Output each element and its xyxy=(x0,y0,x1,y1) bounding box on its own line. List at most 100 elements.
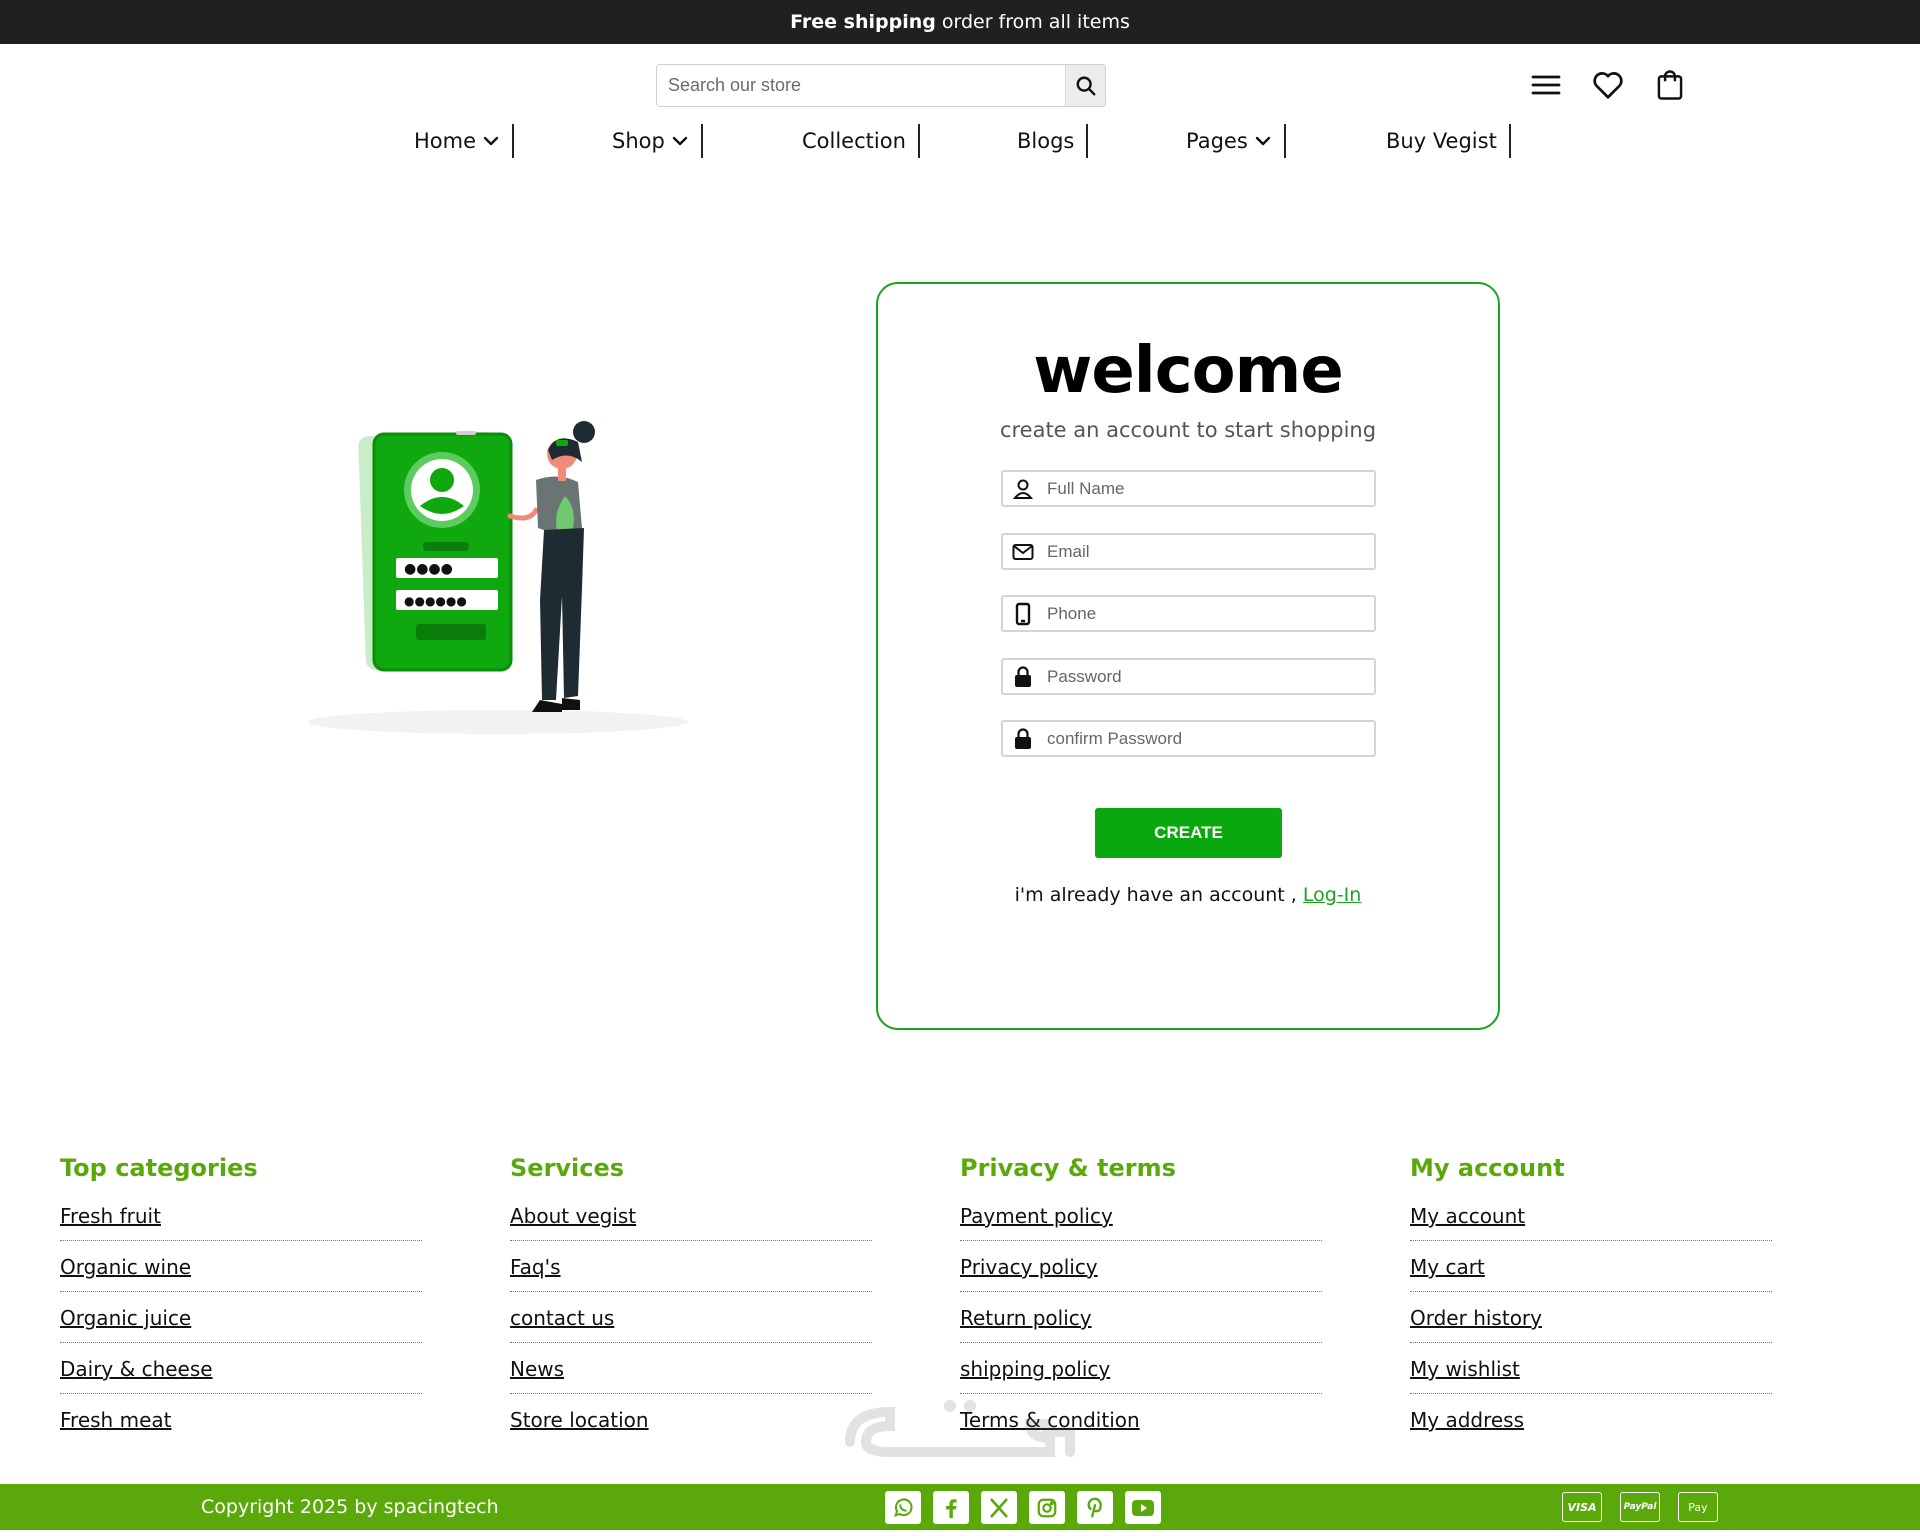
footer-link[interactable]: contact us xyxy=(510,1292,872,1343)
footer-link[interactable]: Privacy policy xyxy=(960,1241,1322,1292)
signup-card: welcome create an account to start shopp… xyxy=(876,282,1500,1030)
pinterest-link[interactable] xyxy=(1077,1491,1113,1524)
menu-icon xyxy=(1531,75,1561,95)
nav-item-label: Home xyxy=(414,129,477,153)
heart-icon xyxy=(1593,72,1623,99)
footer-link[interactable]: shipping policy xyxy=(960,1343,1322,1394)
nav-item-label: Collection xyxy=(802,129,906,153)
announcement-text: order from all items xyxy=(941,11,1130,33)
nav-item-collection[interactable]: Collection xyxy=(802,124,920,158)
footer-column-services: Services About vegist Faq's contact us N… xyxy=(510,1154,872,1445)
facebook-link[interactable] xyxy=(933,1491,969,1524)
search-button[interactable] xyxy=(1065,65,1105,106)
footer-column-my-account: My account My account My cart Order hist… xyxy=(1410,1154,1772,1445)
signup-illustration: ●●●● ●●●●●● xyxy=(308,421,688,734)
footer-link[interactable]: My address xyxy=(1410,1394,1772,1445)
whatsapp-icon xyxy=(894,1497,913,1517)
announcement-bar: Free shipping order from all items xyxy=(0,0,1920,44)
footer-bottom-bar: Copyright 2025 by spacingtech VISA PayPa… xyxy=(0,1484,1920,1530)
pinterest-icon xyxy=(1087,1497,1102,1517)
footer-column-top-categories: Top categories Fresh fruit Organic wine … xyxy=(60,1154,422,1445)
full-name-input[interactable] xyxy=(1043,472,1374,505)
search-input[interactable] xyxy=(657,65,1065,106)
instagram-icon xyxy=(1037,1498,1057,1517)
x-icon xyxy=(990,1497,1008,1518)
nav-item-blogs[interactable]: Blogs xyxy=(1017,124,1089,158)
svg-text:●●●●●●: ●●●●●● xyxy=(404,594,467,608)
footer-link[interactable]: Fresh meat xyxy=(60,1394,422,1445)
nav-item-label: Pages xyxy=(1186,129,1248,153)
nav-item-shop[interactable]: Shop xyxy=(612,124,703,158)
nav-item-label: Blogs xyxy=(1017,129,1075,153)
nav-item-buy-vegist[interactable]: Buy Vegist xyxy=(1386,124,1511,158)
footer-link[interactable]: My cart xyxy=(1410,1241,1772,1292)
footer-column-title: Privacy & terms xyxy=(960,1154,1176,1182)
form-subtitle: create an account to start shopping xyxy=(999,418,1377,442)
phone-icon xyxy=(1015,602,1031,625)
footer-link[interactable]: Payment policy xyxy=(960,1204,1322,1241)
envelope-icon xyxy=(1012,543,1034,560)
facebook-icon xyxy=(946,1498,957,1518)
youtube-icon xyxy=(1132,1499,1154,1516)
wishlist-button[interactable] xyxy=(1590,67,1626,103)
footer-link[interactable]: My account xyxy=(1410,1204,1772,1241)
announcement-bold: Free shipping xyxy=(790,11,936,33)
apple-pay-badge: Pay xyxy=(1678,1492,1718,1522)
search-bar xyxy=(656,64,1106,107)
footer-column-title: Top categories xyxy=(60,1154,258,1182)
password-input[interactable] xyxy=(1043,660,1374,693)
user-icon xyxy=(1013,479,1033,499)
password-field xyxy=(1001,658,1376,695)
form-title: welcome xyxy=(1033,334,1343,408)
create-account-button[interactable]: CREATE xyxy=(1095,808,1282,858)
svg-text:●●●●: ●●●● xyxy=(404,561,453,577)
chevron-down-icon xyxy=(1255,136,1270,146)
shopping-bag-icon xyxy=(1657,70,1683,100)
whatsapp-link[interactable] xyxy=(885,1491,921,1524)
footer-link[interactable]: Faq's xyxy=(510,1241,872,1292)
login-prompt-line: i'm already have an account , Log-In xyxy=(878,884,1498,906)
full-name-field xyxy=(1001,470,1376,507)
lock-icon xyxy=(1015,727,1031,749)
payment-methods: VISA PayPal Pay xyxy=(1562,1492,1718,1522)
email-input[interactable] xyxy=(1043,535,1374,568)
watermark-logo xyxy=(845,1400,1075,1457)
youtube-link[interactable] xyxy=(1125,1491,1161,1524)
chevron-down-icon xyxy=(483,136,499,146)
header-icons xyxy=(1528,67,1688,103)
footer-link[interactable]: News xyxy=(510,1343,872,1394)
phone-input[interactable] xyxy=(1043,597,1374,630)
login-link[interactable]: Log-In xyxy=(1303,884,1361,906)
x-link[interactable] xyxy=(981,1491,1017,1524)
chevron-down-icon xyxy=(672,136,688,146)
footer-link[interactable]: Organic wine xyxy=(60,1241,422,1292)
footer-link[interactable]: About vegist xyxy=(510,1204,872,1241)
footer-link[interactable]: Order history xyxy=(1410,1292,1772,1343)
instagram-link[interactable] xyxy=(1029,1491,1065,1524)
copyright-text: Copyright 2025 by spacingtech xyxy=(201,1496,499,1518)
login-prompt: i'm already have an account , xyxy=(1014,884,1297,906)
visa-badge: VISA xyxy=(1562,1492,1602,1522)
cart-button[interactable] xyxy=(1652,67,1688,103)
footer-link[interactable]: Return policy xyxy=(960,1292,1322,1343)
footer-link[interactable]: Organic juice xyxy=(60,1292,422,1343)
social-links xyxy=(885,1491,1161,1524)
nav-item-home[interactable]: Home xyxy=(414,124,515,158)
confirm-password-input[interactable] xyxy=(1043,722,1374,755)
confirm-password-field xyxy=(1001,720,1376,757)
phone-field xyxy=(1001,595,1376,632)
nav-item-label: Shop xyxy=(612,129,665,153)
main-navigation: Home Shop Collection Blogs Pages Buy Veg… xyxy=(0,124,1920,160)
footer-link[interactable]: Fresh fruit xyxy=(60,1204,422,1241)
email-field xyxy=(1001,533,1376,570)
search-icon xyxy=(1076,76,1095,95)
nav-item-pages[interactable]: Pages xyxy=(1186,124,1286,158)
footer-column-title: My account xyxy=(1410,1154,1565,1182)
footer-link[interactable]: Dairy & cheese xyxy=(60,1343,422,1394)
menu-button[interactable] xyxy=(1528,67,1564,103)
nav-item-label: Buy Vegist xyxy=(1386,129,1497,153)
paypal-badge: PayPal xyxy=(1620,1492,1660,1522)
footer-link[interactable]: My wishlist xyxy=(1410,1343,1772,1394)
lock-icon xyxy=(1015,665,1031,687)
footer-link[interactable]: Store location xyxy=(510,1394,872,1445)
